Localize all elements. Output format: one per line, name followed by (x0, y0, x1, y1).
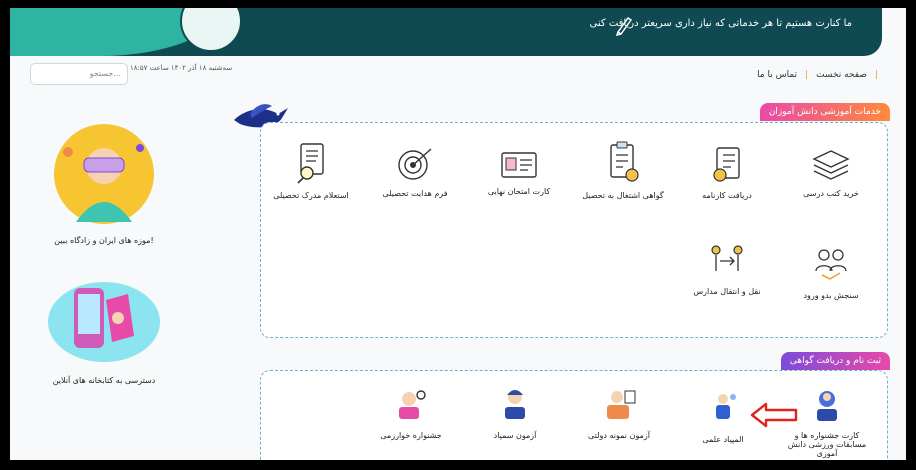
service-label: دریافت کارنامه (702, 191, 752, 200)
breadcrumb-separator: | (805, 70, 809, 80)
service-final-exam-card[interactable]: کارت امتحان نهایی (473, 149, 565, 196)
target-icon (398, 148, 432, 180)
browser-frame: ما کنارت هستیم تا هر خدماتی که نیاز داری… (10, 8, 906, 460)
breadcrumb: تماس با ما | صفحه نخست | (757, 70, 878, 80)
service-school-transfer[interactable]: نقل و انتقال مدارس (681, 241, 773, 296)
side-card-label: موزه های ایران و زادگاه ببین! (54, 236, 154, 245)
kharazmi-icon (399, 390, 426, 419)
section-title-registration: ثبت نام و دریافت گواهی (780, 352, 890, 370)
books-icon (812, 150, 850, 180)
report-card-icon (713, 147, 740, 182)
service-buy-books[interactable]: خرید کتب درسی (785, 145, 877, 198)
arrow-left-icon (750, 402, 798, 428)
breadcrumb-separator: | (874, 70, 878, 80)
side-card-label: دسترسی به کتابخانه های آنلاین (52, 376, 156, 385)
registration-kharazmi-festival[interactable]: جشنواره خوارزمی (365, 385, 457, 440)
certificate-icon (610, 141, 639, 182)
side-card-online-library[interactable]: دسترسی به کتابخانه های آنلاین (44, 266, 164, 385)
service-enrollment-certificate[interactable]: گواهی اشتغال به تحصیل (577, 141, 669, 200)
transfer-icon (711, 245, 743, 271)
student-services-panel: خرید کتب درسی دریافت کارنامه گواهی اشتغا… (260, 122, 888, 338)
service-entry-assessment[interactable]: سنجش بدو ورود (785, 245, 877, 300)
service-label: گواهی اشتغال به تحصیل (582, 191, 664, 200)
section-title-student-services: خدمات آموزشی دانش آموزان (759, 103, 890, 121)
document-search-icon (297, 143, 324, 184)
registration-sampad-exam[interactable]: آزمون سمپاد (469, 385, 561, 440)
breadcrumb-contact[interactable]: تماس با ما (757, 70, 797, 80)
service-label: کارت امتحان نهایی (487, 187, 551, 196)
id-card-icon (501, 152, 537, 178)
site-logo[interactable] (180, 8, 242, 52)
breadcrumb-home[interactable]: صفحه نخست (816, 70, 867, 80)
service-report-card[interactable]: دریافت کارنامه (681, 145, 773, 200)
search-input[interactable]: جستجو... (30, 63, 128, 85)
service-label: نقل و انتقال مدارس (693, 287, 761, 296)
sports-card-icon (817, 391, 837, 421)
olympiad-icon (716, 394, 736, 419)
side-card-museums[interactable]: موزه های ایران و زادگاه ببین! (44, 118, 164, 245)
service-label: خرید کتب درسی (803, 189, 859, 198)
registration-label: آزمون نمونه دولتی (588, 431, 650, 440)
header-banner: ما کنارت هستیم تا هر خدماتی که نیاز داری… (10, 8, 882, 56)
service-degree-inquiry[interactable]: استعلام مدرک تحصیلی (265, 141, 357, 200)
vr-person-icon (54, 124, 154, 224)
service-label: سنجش بدو ورود (803, 291, 859, 300)
assessment-icon (815, 249, 847, 280)
banner-text: ما کنارت هستیم تا هر خدماتی که نیاز داری… (589, 18, 852, 29)
service-academic-guidance-form[interactable]: فرم هدایت تحصیلی (369, 145, 461, 198)
date-time: سه‌شنبه ۱۸ آذر ۱۴۰۲ ساعت ۱۸:۵۷ (130, 64, 233, 72)
registration-label: کارت جشنواره ها و مسابقات ورزشی دانش آمو… (787, 431, 867, 458)
registration-state-sample-exam[interactable]: آزمون نمونه دولتی (573, 385, 665, 440)
registration-label: المپیاد علمی (702, 435, 744, 444)
registration-label: جشنواره خوارزمی (380, 431, 442, 440)
registration-label: آزمون سمپاد (493, 431, 537, 440)
online-library-icon (48, 282, 160, 362)
service-label: استعلام مدرک تحصیلی (273, 191, 349, 200)
exam-icon (607, 390, 636, 419)
sampad-icon (505, 390, 525, 419)
service-label: فرم هدایت تحصیلی (382, 189, 448, 198)
